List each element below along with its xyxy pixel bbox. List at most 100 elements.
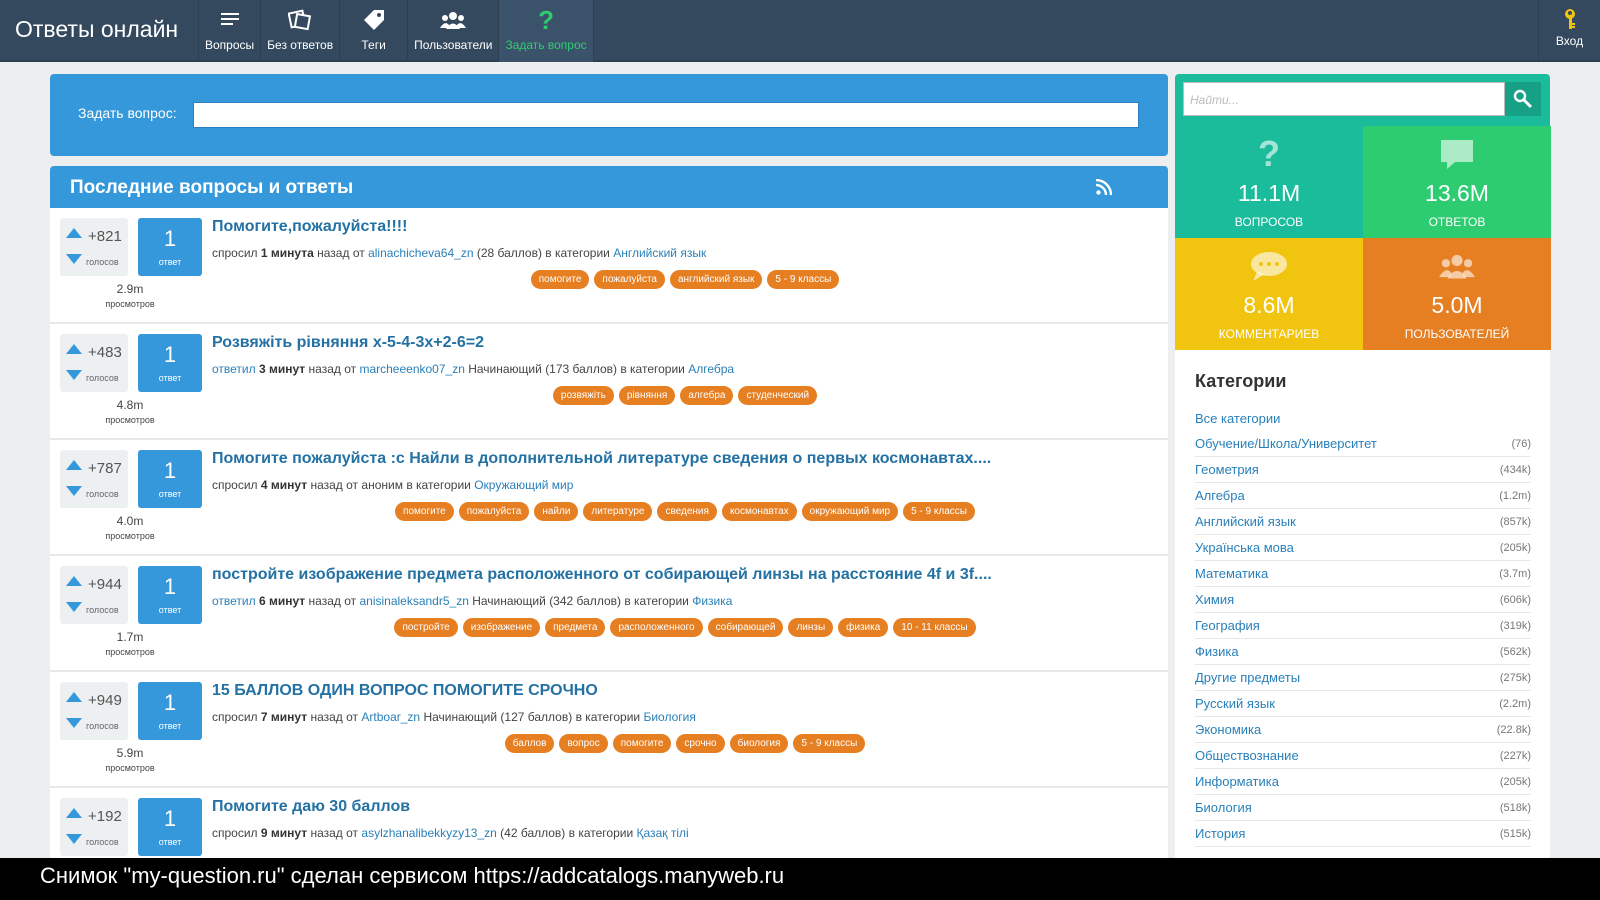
tag[interactable]: 5 - 9 классы	[903, 502, 975, 521]
tag[interactable]: помогите	[395, 502, 454, 521]
category-item[interactable]: Все категории	[1195, 405, 1531, 431]
category-item[interactable]: Информатика (205k)	[1195, 769, 1531, 795]
category-item[interactable]: Другие предметы (275k)	[1195, 665, 1531, 691]
tag[interactable]: литературе	[583, 502, 653, 521]
category-item[interactable]: Математика (3.7m)	[1195, 561, 1531, 587]
nav-users[interactable]: Пользователи	[407, 0, 498, 62]
rss-icon[interactable]	[1096, 179, 1112, 195]
nav-questions[interactable]: Вопросы	[198, 0, 260, 62]
vote-down-icon[interactable]	[66, 718, 82, 728]
category-name[interactable]: Обществознание	[1195, 748, 1299, 763]
category-item[interactable]: История (515k)	[1195, 821, 1531, 847]
meta-action[interactable]: ответил	[212, 594, 256, 608]
tag[interactable]: космонавтах	[721, 502, 797, 521]
category-name[interactable]: Обучение/Школа/Университет	[1195, 436, 1377, 451]
category-item[interactable]: Українська мова (205k)	[1195, 535, 1531, 561]
question-title[interactable]: Розвяжіть рівняння x-5-4-3x+2-6=2	[212, 334, 484, 352]
meta-category[interactable]: Қазақ тілі	[637, 826, 689, 840]
category-item[interactable]: Обществознание (227k)	[1195, 743, 1531, 769]
category-item[interactable]: Биология (518k)	[1195, 795, 1531, 821]
site-logo[interactable]: Ответы онлайн	[15, 16, 178, 43]
category-item[interactable]: Русский язык (2.2m)	[1195, 691, 1531, 717]
meta-category[interactable]: Биология	[643, 710, 695, 724]
question-title[interactable]: Помогите пожалуйста :с Найли в дополните…	[212, 450, 991, 468]
nav-tags[interactable]: Теги	[339, 0, 407, 62]
vote-down-icon[interactable]	[66, 370, 82, 380]
category-name[interactable]: Химия	[1195, 592, 1234, 607]
tag[interactable]: 5 - 9 классы	[793, 734, 866, 753]
tag[interactable]: линзы	[788, 618, 834, 637]
category-item[interactable]: Геометрия (434k)	[1195, 457, 1531, 483]
category-name[interactable]: Українська мова	[1195, 540, 1294, 555]
nav-unanswered[interactable]: Без ответов	[260, 0, 339, 62]
tag[interactable]: помогите	[612, 734, 672, 753]
tag[interactable]: английский язык	[670, 270, 763, 289]
vote-up-icon[interactable]	[66, 692, 82, 702]
meta-user[interactable]: alinachicheva64_zn	[368, 246, 473, 260]
tag[interactable]: срочно	[676, 734, 725, 753]
tag[interactable]: расположенного	[610, 618, 703, 637]
tag[interactable]: сведения	[657, 502, 717, 521]
vote-down-icon[interactable]	[66, 486, 82, 496]
tag[interactable]: студенческий	[738, 386, 818, 405]
meta-user[interactable]: Artboar_zn	[361, 710, 420, 724]
meta-user[interactable]: anisinaleksandr5_zn	[359, 594, 468, 608]
tag[interactable]: постройте	[394, 618, 458, 637]
category-name[interactable]: Русский язык	[1195, 696, 1275, 711]
category-name[interactable]: Физика	[1195, 644, 1239, 659]
category-name[interactable]: Все категории	[1195, 411, 1280, 426]
vote-up-icon[interactable]	[66, 344, 82, 354]
category-name[interactable]: Алгебра	[1195, 488, 1245, 503]
category-item[interactable]: Экономика (22.8k)	[1195, 717, 1531, 743]
tag[interactable]: рівняння	[618, 386, 676, 405]
category-name[interactable]: Геометрия	[1195, 462, 1259, 477]
tag[interactable]: найли	[534, 502, 579, 521]
meta-category[interactable]: Окружающий мир	[474, 478, 573, 492]
tag[interactable]: пожалуйста	[594, 270, 665, 289]
tag[interactable]: пожалуйста	[458, 502, 530, 521]
tag[interactable]: баллов	[504, 734, 555, 753]
question-title[interactable]: Помогите даю 30 баллов	[212, 798, 410, 816]
category-name[interactable]: Другие предметы	[1195, 670, 1300, 685]
meta-user[interactable]: asylzhanalibekkyzy13_zn	[361, 826, 496, 840]
vote-down-icon[interactable]	[66, 254, 82, 264]
question-title[interactable]: постройте изображение предмета расположе…	[212, 566, 992, 584]
question-title[interactable]: Помогите,пожалуйста!!!!	[212, 218, 407, 236]
vote-down-icon[interactable]	[66, 834, 82, 844]
login-button[interactable]: Вход	[1538, 0, 1600, 62]
category-name[interactable]: Английский язык	[1195, 514, 1296, 529]
tag[interactable]: изображение	[462, 618, 541, 637]
category-item[interactable]: Обучение/Школа/Университет (76)	[1195, 431, 1531, 457]
vote-up-icon[interactable]	[66, 228, 82, 238]
category-item[interactable]: Химия (606k)	[1195, 587, 1531, 613]
category-name[interactable]: Биология	[1195, 800, 1252, 815]
meta-user[interactable]: marcheeenko07_zn	[359, 362, 464, 376]
tag[interactable]: биология	[729, 734, 789, 753]
search-input[interactable]: Найти...	[1183, 82, 1505, 116]
tag[interactable]: собирающей	[707, 618, 784, 637]
tag[interactable]: помогите	[530, 270, 590, 289]
category-name[interactable]: История	[1195, 826, 1245, 841]
nav-ask-question[interactable]: ? Задать вопрос	[498, 0, 594, 62]
search-button[interactable]	[1505, 82, 1541, 116]
vote-up-icon[interactable]	[66, 808, 82, 818]
tag[interactable]: окружающий мир	[801, 502, 899, 521]
category-name[interactable]: Математика	[1195, 566, 1268, 581]
tag[interactable]: 10 - 11 классы	[893, 618, 976, 637]
category-item[interactable]: Английский язык (857k)	[1195, 509, 1531, 535]
meta-category[interactable]: Алгебра	[688, 362, 734, 376]
meta-category[interactable]: Физика	[692, 594, 732, 608]
ask-question-input[interactable]	[193, 102, 1139, 128]
meta-action[interactable]: ответил	[212, 362, 256, 376]
tag[interactable]: алгебра	[680, 386, 734, 405]
vote-down-icon[interactable]	[66, 602, 82, 612]
tag[interactable]: предмета	[545, 618, 606, 637]
meta-category[interactable]: Английский язык	[613, 246, 706, 260]
category-name[interactable]: География	[1195, 618, 1260, 633]
tag[interactable]: физика	[838, 618, 889, 637]
category-name[interactable]: Экономика	[1195, 722, 1261, 737]
vote-up-icon[interactable]	[66, 460, 82, 470]
tag[interactable]: вопрос	[559, 734, 608, 753]
tag[interactable]: 5 - 9 классы	[767, 270, 840, 289]
category-item[interactable]: География (319k)	[1195, 613, 1531, 639]
